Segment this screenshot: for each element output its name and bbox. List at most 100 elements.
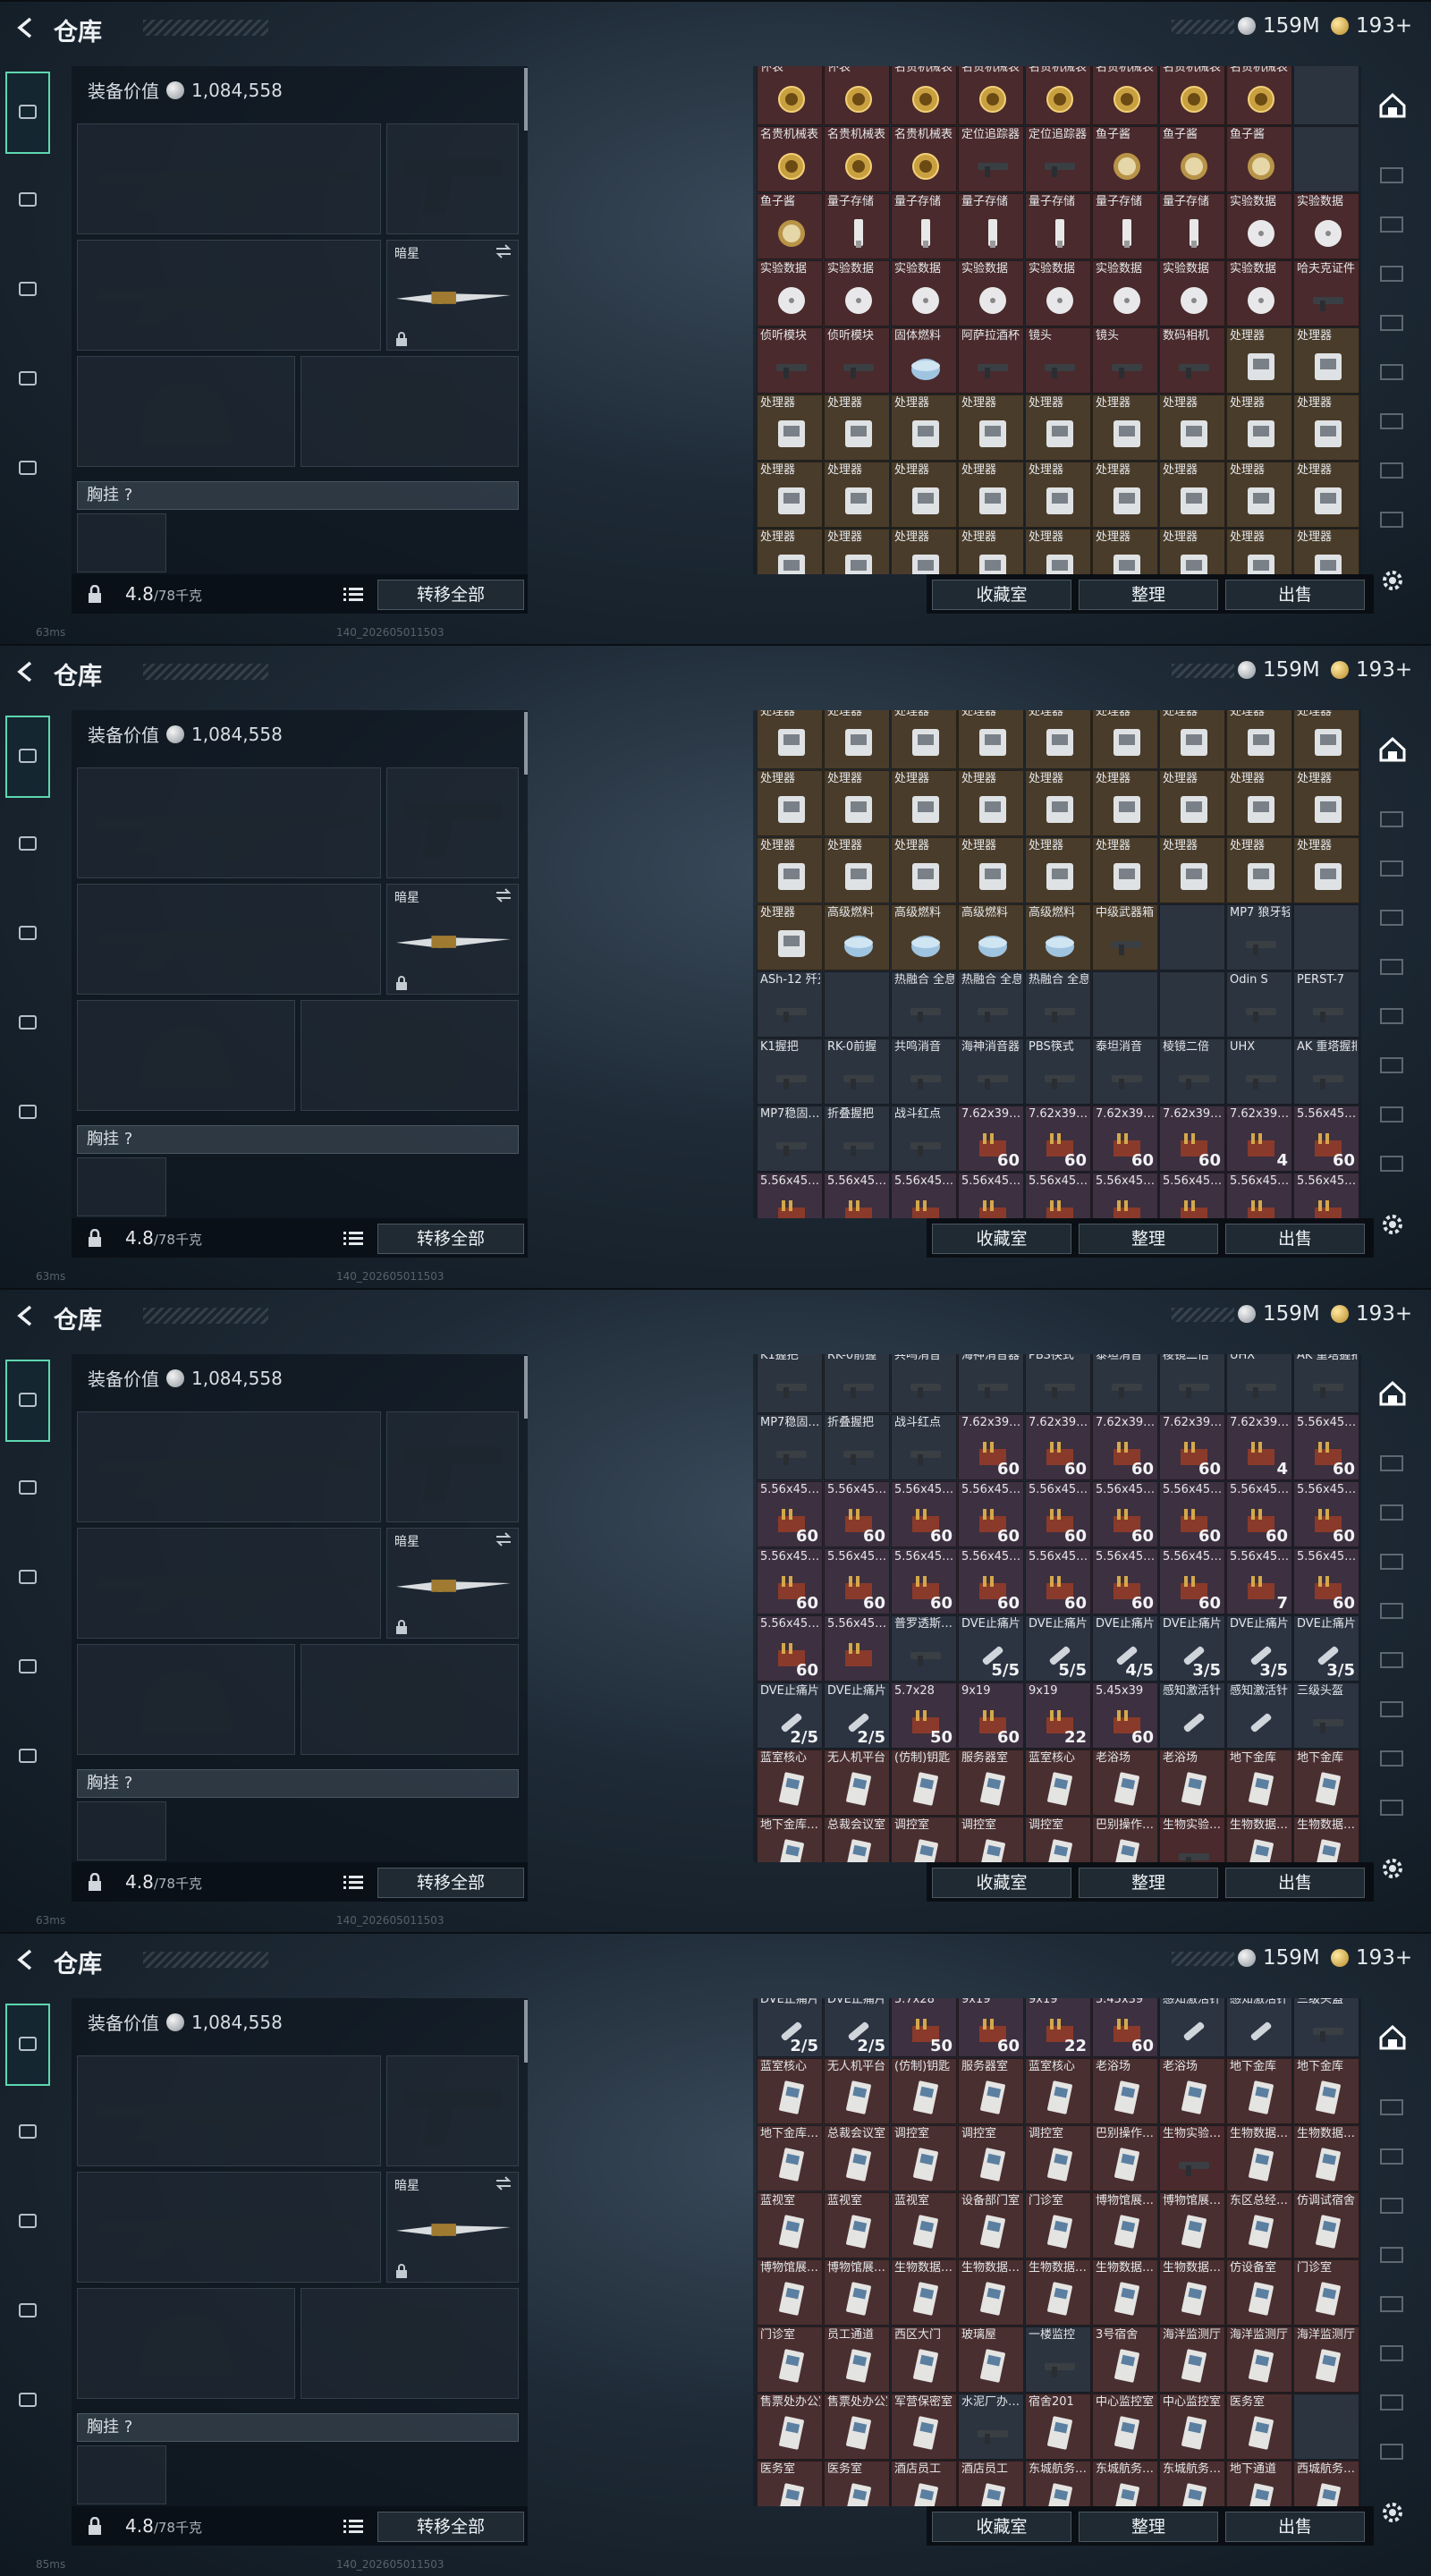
stash-item[interactable]: 名贵机械表	[891, 66, 957, 125]
stash-item[interactable]: 处理器	[891, 462, 957, 528]
stash-item[interactable]: 鱼子酱	[1159, 126, 1225, 192]
stash-item[interactable]: 售票处办公室	[757, 2394, 823, 2460]
stash-item[interactable]	[1159, 904, 1225, 970]
primary-weapon-slot[interactable]	[77, 2055, 381, 2166]
stash-item[interactable]: 蓝视室	[891, 2192, 957, 2258]
stash-item[interactable]: 博物馆展…	[757, 2259, 823, 2326]
stash-item[interactable]: 地下通道	[1226, 2461, 1292, 2506]
stash-item[interactable]: 共鸣消音	[891, 1354, 957, 1413]
back-arrow-icon[interactable]	[14, 1948, 38, 1971]
stash-item[interactable]: 无人机平台	[824, 1750, 890, 1816]
storage-tab-icon[interactable]	[1379, 1053, 1406, 1076]
swap-icon[interactable]	[495, 1532, 512, 1546]
stash-item[interactable]: PERST-7	[1293, 971, 1359, 1038]
swap-icon[interactable]	[495, 2176, 512, 2190]
stash-item[interactable]: 处理器	[1293, 770, 1359, 836]
stash-item[interactable]: 医务室	[824, 2461, 890, 2506]
stash-item[interactable]: 9x19 22	[1025, 1682, 1091, 1749]
stash-item[interactable]: 名贵机械表	[1092, 66, 1158, 125]
stash-item[interactable]: 5.56x45…	[824, 1173, 890, 1218]
stash-item[interactable]: 定位追踪器	[1025, 126, 1091, 192]
stash-item[interactable]: 热融合 全息	[891, 971, 957, 1038]
stash-item[interactable]: 7.62x39… 60	[1092, 1106, 1158, 1172]
stash-item[interactable]: 博物馆展…	[824, 2259, 890, 2326]
stash-item[interactable]: 东城航务…	[1092, 2461, 1158, 2506]
storage-tab-icon[interactable]	[1379, 1598, 1406, 1622]
stash-item[interactable]: 高级燃料	[958, 904, 1024, 970]
stash-item[interactable]: 中心监控室	[1092, 2394, 1158, 2460]
stash-item[interactable]: 处理器	[1025, 529, 1091, 574]
stash-item[interactable]	[1092, 971, 1158, 1038]
stash-item[interactable]: 处理器	[824, 710, 890, 769]
stash-item[interactable]: 处理器	[1092, 394, 1158, 461]
stash-item[interactable]: 三级头盔	[1293, 1998, 1359, 2057]
storage-tab-icon[interactable]	[1379, 1697, 1406, 1720]
stash-item[interactable]: 处理器	[1025, 770, 1091, 836]
storage-tab-icon[interactable]	[1379, 807, 1406, 830]
rifle-tab-icon[interactable]	[5, 1360, 50, 1442]
stash-item[interactable]: 5.56x45…	[958, 1173, 1024, 1218]
storage-tab-icon[interactable]	[1379, 1151, 1406, 1174]
gear-icon[interactable]	[1379, 567, 1406, 594]
stash-item[interactable]: 生物实验…	[1159, 2125, 1225, 2191]
rifle-tab-icon[interactable]	[5, 2004, 50, 2086]
stash-item[interactable]: 处理器	[1293, 327, 1359, 394]
storage-tab-icon[interactable]	[1379, 1500, 1406, 1523]
stash-item[interactable]: MP7 狼牙轻枪管	[1226, 904, 1292, 970]
stash-item[interactable]: 实验数据	[1159, 260, 1225, 326]
stash-item[interactable]: 5.56x45… 60	[824, 1548, 890, 1614]
stash-item[interactable]: 处理器	[1226, 529, 1292, 574]
stash-item[interactable]: 医务室	[1226, 2394, 1292, 2460]
stash-item[interactable]: 调控室	[958, 1817, 1024, 1862]
stash-item[interactable]: 蓝室核心	[1025, 2058, 1091, 2124]
body-armor-slot[interactable]	[301, 1644, 519, 1755]
storage-tab-icon[interactable]	[1379, 360, 1406, 383]
transfer-all-button[interactable]: 转移全部	[377, 580, 524, 610]
stash-item[interactable]: 门诊室	[757, 2326, 823, 2393]
stash-item[interactable]: K1握把	[757, 1354, 823, 1413]
stash-item[interactable]: 调控室	[1025, 2125, 1091, 2191]
stash-item[interactable]: 5.45x39 60	[1092, 1998, 1158, 2057]
stash-item[interactable]: 固体燃料	[891, 327, 957, 394]
stash-item[interactable]: 仿调试宿舍	[1293, 2192, 1359, 2258]
stash-item[interactable]: 鱼子酱	[1092, 126, 1158, 192]
stash-item[interactable]: 量子存储	[958, 193, 1024, 259]
stash-item[interactable]: 处理器	[1159, 710, 1225, 769]
stash-item[interactable]: 地下金库	[1226, 2058, 1292, 2124]
storage-tab-icon[interactable]	[1379, 2341, 1406, 2364]
stash-item[interactable]: 处理器	[958, 394, 1024, 461]
stash-item[interactable]: 处理器	[757, 904, 823, 970]
stash-item[interactable]: 鱼子酱	[757, 193, 823, 259]
stash-item[interactable]: 战斗红点	[891, 1106, 957, 1172]
stash-item[interactable]: 处理器	[958, 770, 1024, 836]
stash-item[interactable]: 5.56x45… 60	[1293, 1106, 1359, 1172]
list-icon[interactable]	[343, 1873, 363, 1891]
stash-item[interactable]: 水泥厂办…	[958, 2394, 1024, 2460]
back-arrow-icon[interactable]	[14, 16, 38, 39]
stash-item[interactable]: 海洋监测厅	[1226, 2326, 1292, 2393]
stash-item[interactable]: 处理器	[1293, 529, 1359, 574]
stash-item[interactable]: 热融合 全息	[1025, 971, 1091, 1038]
briefcase-tab-icon[interactable]	[7, 447, 48, 488]
armor-tab-icon[interactable]	[7, 179, 48, 220]
body-armor-slot[interactable]	[301, 356, 519, 467]
stash-item[interactable]: 量子存储	[1025, 193, 1091, 259]
stash-item[interactable]: 名贵机械表	[1025, 66, 1091, 125]
stash-item[interactable]: 7.62x39… 60	[1025, 1106, 1091, 1172]
stash-item[interactable]: 量子存储	[1159, 193, 1225, 259]
stash-item[interactable]: K1握把	[757, 1038, 823, 1105]
stash-item[interactable]: 5.7x28 50	[891, 1682, 957, 1749]
briefcase-tab-icon[interactable]	[7, 2379, 48, 2420]
stash-item[interactable]: 7.62x39… 60	[1159, 1106, 1225, 1172]
list-icon[interactable]	[343, 1229, 363, 1247]
pistol-slot[interactable]	[386, 767, 519, 878]
stash-item[interactable]: 处理器	[891, 837, 957, 903]
stash-item[interactable]: 5.56x45… 60	[1226, 1481, 1292, 1547]
stash-item[interactable]: 酒店员工	[958, 2461, 1024, 2506]
stash-item[interactable]: 处理器	[1293, 837, 1359, 903]
list-icon[interactable]	[343, 585, 363, 603]
primary-weapon-slot[interactable]	[77, 1411, 381, 1522]
stash-item[interactable]: 9x19 60	[958, 1998, 1024, 2057]
stash-item[interactable]: 生物数据…	[1092, 2259, 1158, 2326]
storage-tab-icon[interactable]	[1379, 507, 1406, 530]
